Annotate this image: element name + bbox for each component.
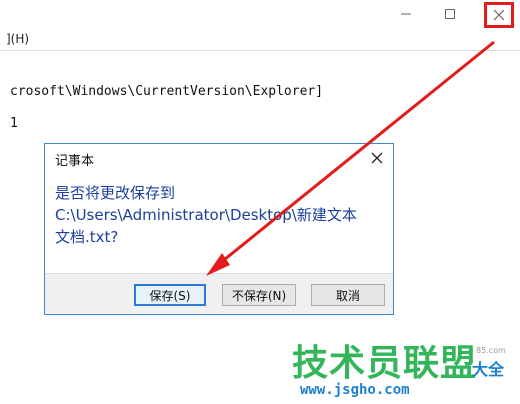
minimize-icon [401,13,411,15]
watermark-logo: 技术员联盟 85.com 大全 www.jsgho.com [290,334,518,402]
close-button[interactable] [484,2,514,28]
editor-line: 1 [10,116,18,131]
watermark-url: www.jsgho.com [300,382,410,398]
dialog-message-line: 是否将更改保存到 [55,184,176,202]
dialog-message-line: C:\Users\Administrator\Desktop\新建文本 [55,206,357,224]
dialog-close-button[interactable] [363,146,391,170]
menu-bar: ](H) [0,30,520,51]
maximize-icon [445,9,455,19]
cancel-button[interactable]: 取消 [311,284,385,306]
watermark-side-text: 大全 [472,360,505,379]
close-icon [493,9,505,21]
maximize-button[interactable] [432,0,468,28]
dialog-footer: 保存(S) 不保存(N) 取消 [45,273,393,314]
save-dialog: 记事本 是否将更改保存到 C:\Users\Administrator\Desk… [44,143,394,315]
dialog-title: 记事本 [55,154,95,169]
minimize-button[interactable] [388,0,424,28]
dont-save-button[interactable]: 不保存(N) [222,284,296,306]
save-button[interactable]: 保存(S) [134,284,206,306]
dialog-message-line: 文档.txt? [55,228,119,246]
editor-line: crosoft\Windows\CurrentVersion\Explorer] [10,84,324,99]
watermark-main-text: 技术员联盟 [292,343,478,384]
watermark-small-text: 85.com [476,346,506,355]
menu-help[interactable]: ](H) [6,32,29,46]
dialog-message: 是否将更改保存到 C:\Users\Administrator\Desktop\… [55,182,385,248]
close-icon [371,152,383,164]
title-bar [0,0,520,30]
